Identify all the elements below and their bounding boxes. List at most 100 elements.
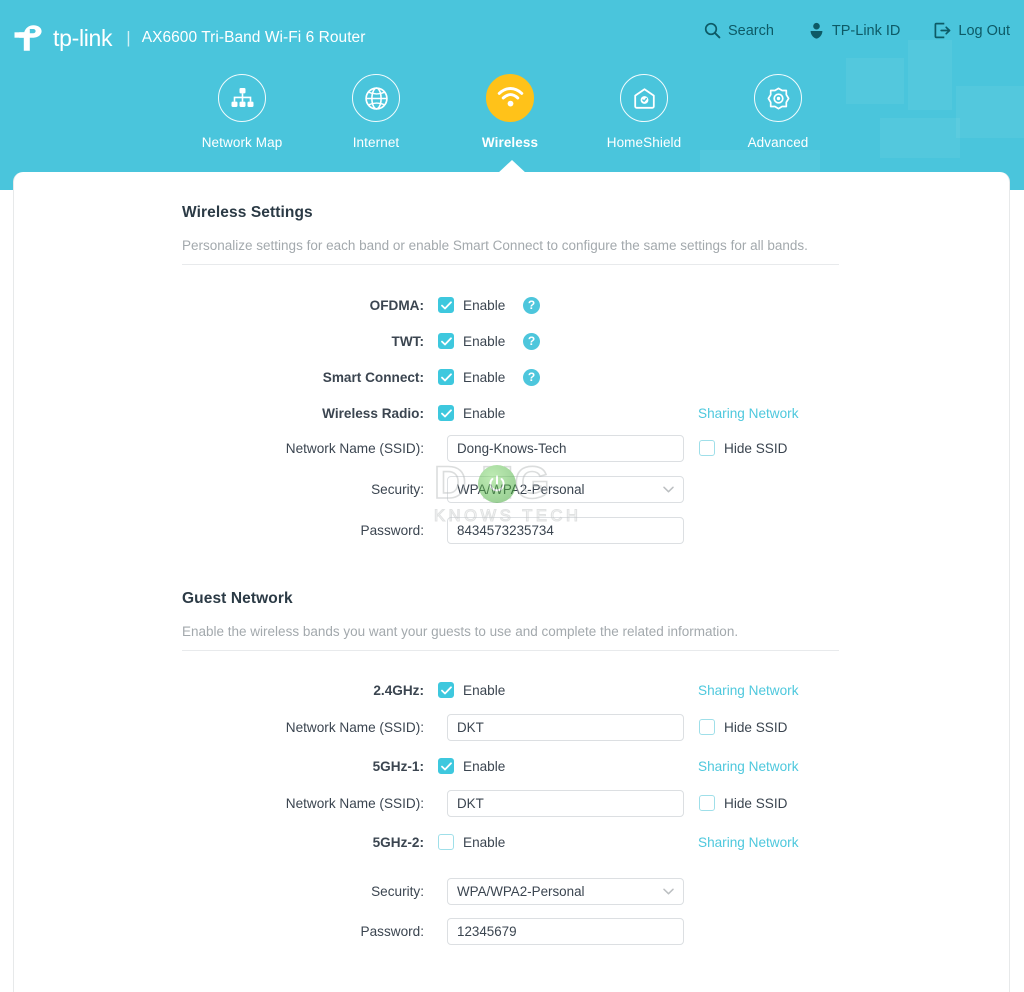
header-actions: Search TP-Link ID Log Out (704, 22, 1010, 39)
tab-label: Wireless (481, 135, 539, 150)
logout-button[interactable]: Log Out (934, 22, 1010, 39)
tab-advanced[interactable]: Advanced (711, 74, 845, 150)
row-guest-5ghz-2: 5GHz-2: Enable Sharing Network (14, 829, 1009, 855)
guest-5ghz-1-enable-label: Enable (463, 758, 506, 774)
search-label: Search (727, 22, 774, 39)
chevron-down-icon (663, 486, 674, 492)
tab-label: HomeShield (606, 135, 682, 150)
tab-label: Network Map (201, 135, 283, 150)
guest-5ghz-2-sharing-network-link[interactable]: Sharing Network (698, 835, 799, 850)
tplink-id-button[interactable]: TP-Link ID (808, 22, 901, 39)
password-value: 8434573235734 (457, 522, 554, 538)
guest-security-value: WPA/WPA2-Personal (457, 883, 585, 899)
tplink-id-icon (810, 22, 823, 39)
ofdma-checkbox[interactable] (438, 297, 454, 313)
security-label: Security: (371, 481, 424, 497)
guest-5ghz-1-label: 5GHz-1: (372, 758, 424, 774)
ofdma-enable-label: Enable (463, 297, 506, 313)
twt-checkbox[interactable] (438, 333, 454, 349)
ofdma-help-icon[interactable]: ? (523, 296, 540, 314)
check-icon (440, 761, 452, 770)
smart-connect-label: Smart Connect: (322, 369, 424, 385)
security-value: WPA/WPA2-Personal (457, 481, 585, 497)
ssid-value: Dong-Knows-Tech (457, 440, 567, 456)
wireless-radio-label: Wireless Radio: (322, 405, 424, 421)
row-ofdma: OFDMA: Enable ? (14, 292, 1009, 318)
tab-wireless[interactable]: Wireless (443, 74, 577, 150)
hide-ssid-checkbox[interactable] (699, 440, 715, 456)
wireless-radio-enable-label: Enable (463, 405, 506, 421)
guest-security-select[interactable]: WPA/WPA2-Personal (447, 877, 684, 905)
gear-icon (754, 74, 802, 122)
ssid-input[interactable]: Dong-Knows-Tech (447, 434, 684, 462)
row-security: Security: WPA/WPA2-Personal (14, 475, 1009, 503)
search-button[interactable]: Search (704, 22, 774, 39)
guest-24ghz-checkbox[interactable] (438, 682, 454, 698)
smart-connect-checkbox[interactable] (438, 369, 454, 385)
password-input[interactable]: 8434573235734 (447, 516, 684, 544)
tab-homeshield[interactable]: HomeShield (577, 74, 711, 150)
guest-5ghz-2-enable-label: Enable (463, 834, 506, 850)
security-select[interactable]: WPA/WPA2-Personal (447, 475, 684, 503)
brand-separator: | (126, 28, 131, 47)
logout-label: Log Out (958, 22, 1010, 39)
chevron-down-icon (663, 888, 674, 894)
guest-24ghz-hide-ssid-checkbox[interactable] (699, 719, 715, 735)
wireless-radio-checkbox[interactable] (438, 405, 454, 421)
twt-enable-label: Enable (463, 333, 506, 349)
password-label: Password: (360, 522, 424, 538)
row-guest-security: Security: WPA/WPA2-Personal (14, 877, 1009, 905)
tp-link-logo-icon (14, 25, 42, 51)
smart-connect-help-icon[interactable]: ? (523, 368, 540, 386)
guest-5ghz-1-ssid-label: Network Name (SSID): (285, 795, 424, 811)
section-divider (182, 650, 839, 651)
twt-help-icon[interactable]: ? (523, 332, 540, 350)
guest-5ghz-1-hide-ssid-checkbox[interactable] (699, 795, 715, 811)
guest-24ghz-ssid-input[interactable]: DKT (447, 713, 684, 741)
guest-5ghz-2-label: 5GHz-2: (372, 834, 424, 850)
guest-24ghz-ssid-value: DKT (457, 719, 484, 735)
guest-password-input[interactable]: 12345679 (447, 917, 684, 945)
hide-ssid-label: Hide SSID (724, 440, 788, 456)
row-smart-connect: Smart Connect: Enable ? (14, 364, 1009, 390)
network-map-icon (218, 74, 266, 122)
check-icon (440, 336, 452, 345)
check-icon (440, 372, 452, 381)
row-ssid: Network Name (SSID): Dong-Knows-Tech Hid… (14, 434, 1009, 462)
check-icon (440, 408, 452, 417)
tab-label: Advanced (747, 135, 809, 150)
brand-logo[interactable]: tp-link | AX6600 Tri-Band Wi-Fi 6 Router (13, 21, 365, 55)
ofdma-label: OFDMA: (369, 297, 424, 313)
row-guest-5ghz-1: 5GHz-1: Enable Sharing Network (14, 753, 1009, 779)
guest-24ghz-sharing-network-link[interactable]: Sharing Network (698, 683, 799, 698)
twt-label: TWT: (391, 333, 424, 349)
globe-icon (352, 74, 400, 122)
check-icon (440, 685, 452, 694)
guest-24ghz-hide-ssid-label: Hide SSID (724, 719, 788, 735)
row-guest-5ghz-1-ssid: Network Name (SSID): DKT Hide SSID (14, 789, 1009, 817)
tab-internet[interactable]: Internet (309, 74, 443, 150)
row-wireless-radio: Wireless Radio: Enable Sharing Network (14, 400, 1009, 426)
home-shield-icon (620, 74, 668, 122)
guest-5ghz-1-checkbox[interactable] (438, 758, 454, 774)
tab-network-map[interactable]: Network Map (175, 74, 309, 150)
search-icon (704, 22, 721, 39)
row-guest-24ghz: 2.4GHz: Enable Sharing Network (14, 677, 1009, 703)
check-icon (440, 300, 452, 309)
row-guest-24ghz-ssid: Network Name (SSID): DKT Hide SSID (14, 713, 1009, 741)
guest-24ghz-label: 2.4GHz: (373, 682, 424, 698)
row-password: Password: 8434573235734 (14, 516, 1009, 544)
guest-network-title: Guest Network (182, 590, 293, 607)
guest-network-description: Enable the wireless bands you want your … (182, 624, 739, 639)
section-divider (182, 264, 839, 265)
logout-icon (934, 22, 951, 39)
main-navigation: Network Map Internet Wireless HomeShield… (0, 74, 1024, 150)
guest-5ghz-1-sharing-network-link[interactable]: Sharing Network (698, 759, 799, 774)
guest-5ghz-1-ssid-input[interactable]: DKT (447, 789, 684, 817)
guest-24ghz-ssid-label: Network Name (SSID): (285, 719, 424, 735)
tplink-id-label: TP-Link ID (831, 22, 901, 39)
brand-name: tp-link (53, 24, 113, 51)
guest-5ghz-2-checkbox[interactable] (438, 834, 454, 850)
guest-security-label: Security: (371, 883, 424, 899)
wireless-radio-sharing-network-link[interactable]: Sharing Network (698, 406, 799, 421)
